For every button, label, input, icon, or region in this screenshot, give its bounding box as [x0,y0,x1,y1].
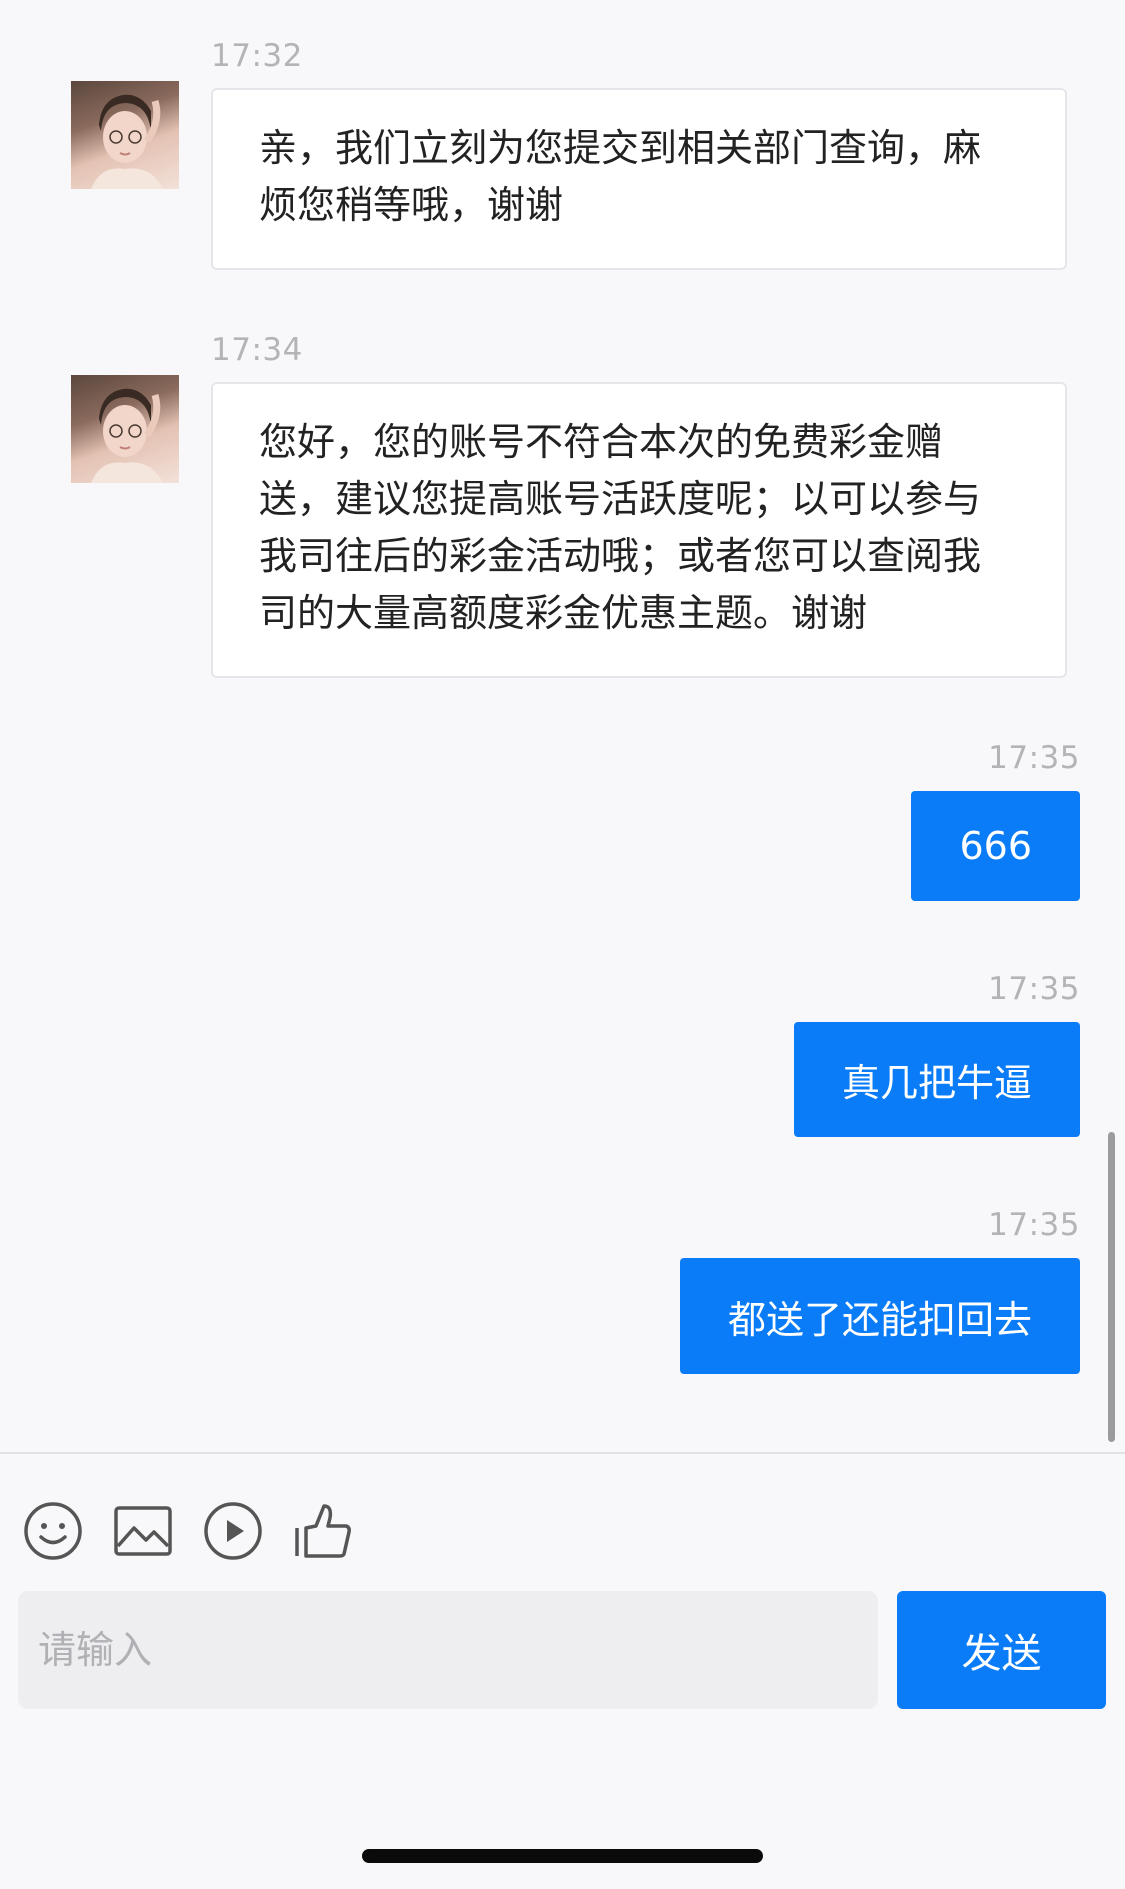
incoming-message-bubble[interactable]: 亲，我们立刻为您提交到相关部门查询，麻 烦您稍等哦，谢谢 [211,88,1067,270]
thumbs-up-icon[interactable] [292,1500,354,1562]
avatar-portrait-icon [91,388,163,483]
outgoing-message-bubble[interactable]: 真几把牛逼 [793,1022,1080,1137]
incoming-message-bubble[interactable]: 您好，您的账号不符合本次的免费彩金赠 送，建议您提高账号活跃度呢；以可以参与 我… [211,382,1067,678]
avatar-portrait-icon [91,94,163,189]
image-icon[interactable] [112,1500,174,1562]
agent-avatar[interactable] [71,375,179,483]
video-play-icon[interactable] [202,1500,264,1562]
message-timestamp: 17:35 [988,971,1080,1007]
emoji-icon[interactable] [22,1500,84,1562]
message-timestamp: 17:34 [211,332,303,368]
outgoing-message-bubble[interactable]: 666 [911,791,1080,901]
chat-scrollbar[interactable] [1108,1132,1115,1442]
home-indicator[interactable] [362,1849,763,1863]
message-timestamp: 17:32 [211,38,303,74]
agent-avatar[interactable] [71,81,179,189]
message-timestamp: 17:35 [988,740,1080,776]
send-button[interactable]: 发送 [897,1591,1106,1709]
message-timestamp: 17:35 [988,1207,1080,1243]
outgoing-message-bubble[interactable]: 都送了还能扣回去 [679,1258,1080,1374]
message-input[interactable] [18,1591,878,1709]
